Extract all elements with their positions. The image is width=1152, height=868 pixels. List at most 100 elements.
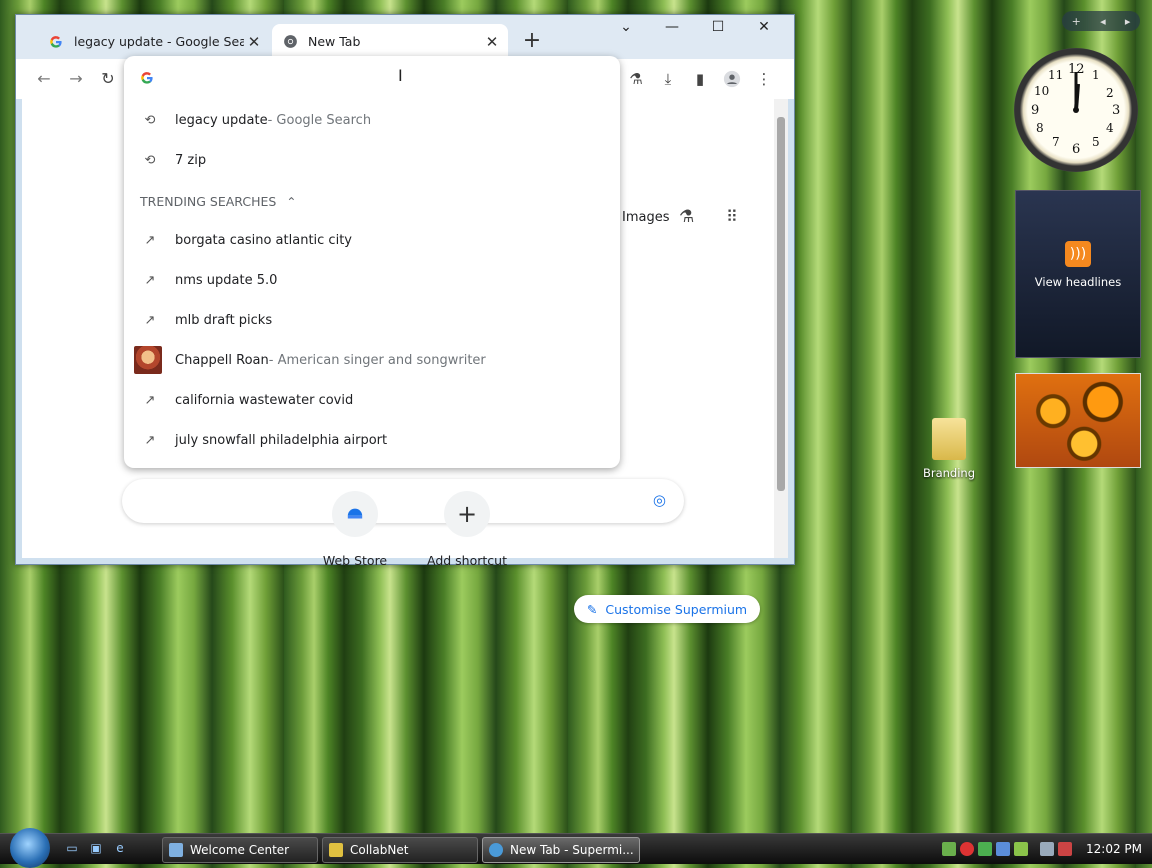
clock-gadget[interactable]: 12 1 2 3 4 5 6 7 8 9 10 11 xyxy=(1014,48,1138,172)
page-scrollbar[interactable] xyxy=(774,99,788,558)
omnibox-dropdown: I ⟲ legacy update - Google Search ⟲ 7 zi… xyxy=(124,56,620,468)
taskbar-button-new-tab[interactable]: New Tab - Supermi... xyxy=(482,837,640,863)
back-icon[interactable]: ← xyxy=(32,69,56,88)
suggestion-subtext: - American singer and songwriter xyxy=(268,352,486,368)
zip-folder-icon xyxy=(932,418,966,460)
suggestion-text: legacy update xyxy=(175,112,268,128)
tray-clock[interactable]: 12:02 PM xyxy=(1086,842,1142,856)
chevron-up-icon[interactable]: ⌃ xyxy=(286,195,296,209)
desktop-icon-branding[interactable]: Branding xyxy=(918,418,980,480)
images-link[interactable]: Images xyxy=(622,210,670,225)
tab-legacy-update[interactable]: legacy update - Google Search ✕ xyxy=(38,24,270,59)
clock-number-7: 7 xyxy=(1052,135,1060,149)
clock-number-5: 5 xyxy=(1092,135,1100,149)
taskbar-button-label: CollabNet xyxy=(350,843,409,857)
trending-icon: ↗ xyxy=(144,232,156,248)
side-panel-icon[interactable]: ▮ xyxy=(690,69,710,89)
trending-icon: ↗ xyxy=(144,432,156,448)
menu-icon[interactable]: ⋮ xyxy=(754,69,774,89)
suggestion-text: Chappell Roan xyxy=(175,352,269,368)
internet-explorer-icon[interactable]: e xyxy=(112,841,128,857)
feed-headlines-gadget[interactable]: ))) View headlines xyxy=(1015,190,1141,358)
trending-row[interactable]: Chappell Roan - American singer and song… xyxy=(124,340,620,380)
shortcut-add[interactable]: + Add shortcut xyxy=(417,491,517,568)
rss-icon: ))) xyxy=(1065,241,1091,267)
suggestion-text: borgata casino atlantic city xyxy=(175,232,352,248)
tab-search-icon[interactable]: ⌄ xyxy=(606,19,646,35)
labs-icon[interactable]: ⚗ xyxy=(626,69,646,89)
scrollbar-thumb[interactable] xyxy=(777,117,785,491)
trending-header[interactable]: TRENDING SEARCHES ⌃ xyxy=(140,194,296,209)
start-orb-icon[interactable] xyxy=(10,828,50,868)
download-icon[interactable]: ⤓ xyxy=(658,69,678,89)
network-icon[interactable] xyxy=(1040,842,1054,856)
trending-row[interactable]: ↗ nms update 5.0 xyxy=(124,260,620,300)
sidebar-controls: + ◂ ▸ xyxy=(1062,11,1140,31)
new-tab-button[interactable]: + xyxy=(519,29,545,55)
taskbar-button-label: New Tab - Supermi... xyxy=(510,843,634,857)
clock-number-4: 4 xyxy=(1106,121,1114,135)
taskbar-button-label: Welcome Center xyxy=(190,843,290,857)
trending-icon: ↗ xyxy=(144,392,156,408)
previous-icon[interactable]: ◂ xyxy=(1100,15,1106,28)
slideshow-gadget[interactable] xyxy=(1015,373,1141,468)
profile-icon[interactable] xyxy=(722,69,742,89)
collabnet-icon xyxy=(329,843,343,857)
omnibox-input[interactable] xyxy=(140,68,610,92)
customise-label: Customise Supermium xyxy=(605,601,748,617)
tab-new-tab[interactable]: New Tab ✕ xyxy=(272,24,508,59)
clock-number-8: 8 xyxy=(1036,121,1044,135)
shortcut-label: Web Store xyxy=(322,553,388,568)
supermium-icon xyxy=(489,843,503,857)
clock-number-3: 3 xyxy=(1112,103,1121,118)
suggestion-row[interactable]: ⟲ legacy update - Google Search xyxy=(124,100,620,140)
labs-flask-icon[interactable]: ⚗ xyxy=(679,207,694,227)
tray-app-icon[interactable] xyxy=(942,842,956,856)
pencil-icon: ✎ xyxy=(586,601,598,617)
maximize-button[interactable]: ☐ xyxy=(698,19,738,35)
next-icon[interactable]: ▸ xyxy=(1125,15,1131,28)
clock-number-9: 9 xyxy=(1031,103,1040,118)
add-gadget-icon[interactable]: + xyxy=(1072,15,1081,28)
tray-error-icon[interactable] xyxy=(960,842,974,856)
supermium-icon xyxy=(282,34,298,50)
tray-check-icon[interactable] xyxy=(978,842,992,856)
apps-grid-icon[interactable]: ⠿ xyxy=(726,207,738,226)
entity-image xyxy=(134,346,162,374)
switch-windows-icon[interactable]: ▣ xyxy=(88,841,104,857)
close-window-button[interactable]: ✕ xyxy=(744,19,784,35)
show-desktop-icon[interactable]: ▭ xyxy=(64,841,80,857)
taskbar-button-collabnet[interactable]: CollabNet xyxy=(322,837,478,863)
history-icon: ⟲ xyxy=(144,112,156,128)
clock-number-6: 6 xyxy=(1072,142,1081,157)
lens-icon[interactable]: ◎ xyxy=(653,491,666,509)
tray-app-icon[interactable] xyxy=(996,842,1010,856)
system-tray: 12:02 PM xyxy=(942,834,1152,864)
clock-number-2: 2 xyxy=(1106,86,1114,100)
tab-title: New Tab xyxy=(308,34,361,49)
clock-number-1: 1 xyxy=(1092,68,1100,82)
trending-row[interactable]: ↗ california wastewater covid xyxy=(124,380,620,420)
trending-row[interactable]: ↗ july snowfall philadelphia airport xyxy=(124,420,620,460)
welcome-center-icon xyxy=(169,843,183,857)
desktop-icon-label: Branding xyxy=(922,466,976,480)
trending-icon: ↗ xyxy=(144,312,156,328)
shortcut-web-store[interactable]: Web Store xyxy=(305,491,405,568)
tab-close-icon[interactable]: ✕ xyxy=(244,33,264,51)
clock-number-12: 12 xyxy=(1068,62,1085,77)
minimize-button[interactable]: — xyxy=(652,19,692,35)
taskbar-button-welcome-center[interactable]: Welcome Center xyxy=(162,837,318,863)
tray-app-icon[interactable] xyxy=(1014,842,1028,856)
suggestion-text: 7 zip xyxy=(175,152,207,168)
reload-icon[interactable]: ↻ xyxy=(96,69,120,88)
tab-close-icon[interactable]: ✕ xyxy=(482,33,502,51)
suggestion-row[interactable]: ⟲ 7 zip xyxy=(124,140,620,180)
trending-row[interactable]: ↗ mlb draft picks xyxy=(124,300,620,340)
volume-muted-icon[interactable] xyxy=(1058,842,1072,856)
trending-row[interactable]: ↗ borgata casino atlantic city xyxy=(124,220,620,260)
history-icon: ⟲ xyxy=(144,152,156,168)
google-g-icon xyxy=(140,71,154,89)
customise-button[interactable]: ✎ Customise Supermium xyxy=(574,595,760,623)
suggestion-text: nms update 5.0 xyxy=(175,272,278,288)
forward-icon[interactable]: → xyxy=(64,69,88,88)
